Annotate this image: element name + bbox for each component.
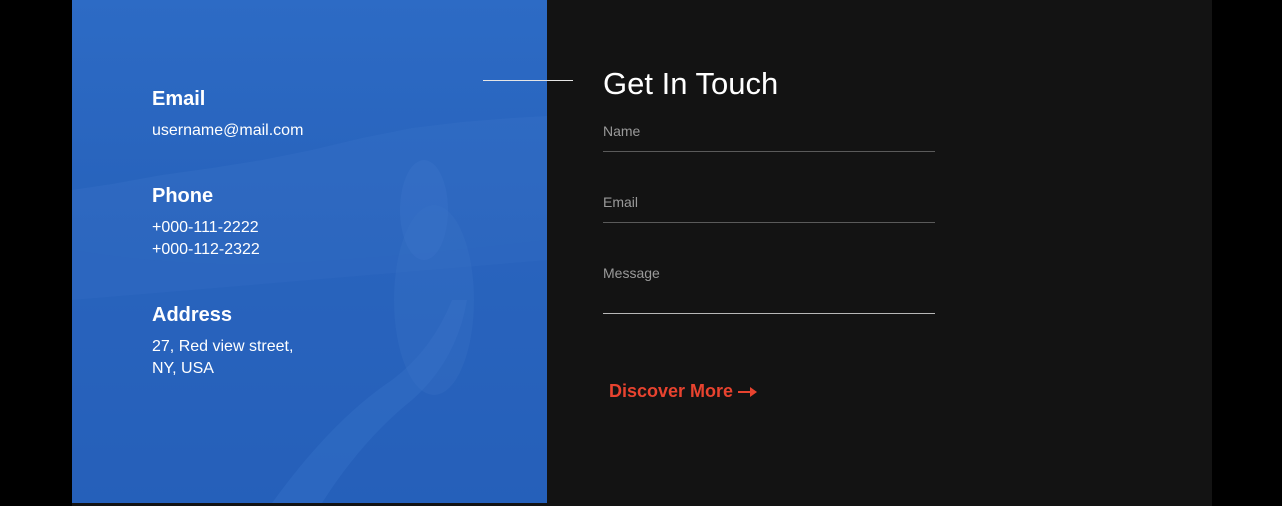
name-field-wrapper (603, 122, 935, 152)
phone-info: Phone +000-111-2222 +000-112-2322 (152, 184, 260, 261)
form-title: Get In Touch (603, 66, 779, 101)
message-input[interactable] (603, 264, 935, 308)
phone-number-1: +000-111-2222 (152, 219, 259, 236)
address-info: Address 27, Red view street, NY, USA (152, 303, 293, 380)
discover-more-label: Discover More (609, 381, 734, 401)
address-line-2: NY, USA (152, 360, 214, 377)
phone-number-2: +000-112-2322 (152, 241, 260, 258)
name-input[interactable] (603, 122, 935, 140)
decorative-divider (483, 80, 573, 81)
contact-info-panel: Email username@mail.com Phone +000-111-2… (72, 0, 547, 503)
address-line-1: 27, Red view street, (152, 338, 294, 355)
arrow-right-icon (738, 380, 758, 402)
email-field-wrapper (603, 193, 935, 223)
email-input[interactable] (603, 193, 935, 211)
email-value: username@mail.com (152, 122, 304, 139)
phone-heading: Phone (152, 185, 214, 207)
email-info: Email username@mail.com (152, 87, 303, 142)
background-landscape-image (72, 116, 547, 503)
address-heading: Address (152, 304, 233, 326)
email-heading: Email (152, 88, 206, 110)
contact-section: Email username@mail.com Phone +000-111-2… (72, 0, 1212, 506)
message-field-wrapper (603, 264, 935, 314)
discover-more-button[interactable]: Discover More (609, 380, 758, 402)
